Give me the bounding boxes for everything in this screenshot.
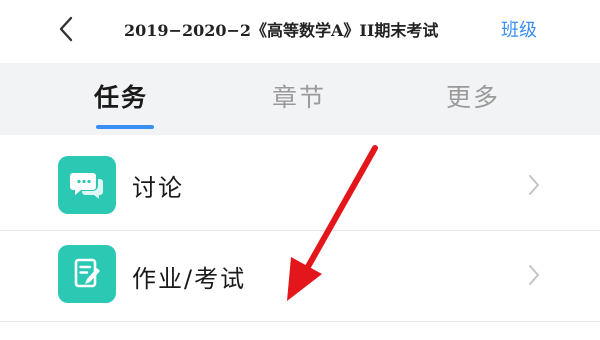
row-divider [0, 321, 600, 322]
class-button[interactable]: 班级 [501, 16, 537, 46]
back-button[interactable] [54, 14, 78, 44]
chevron-right-icon [529, 265, 539, 285]
page-title: 2019−2020−2《高等数学A》II期末考试 [124, 21, 439, 40]
top-bar: 2019−2020−2《高等数学A》II期末考试 班级 [0, 0, 600, 63]
list-item-homework-exam[interactable]: 作业/考试 [0, 231, 600, 323]
list-item-label: 作业/考试 [132, 265, 247, 293]
list-item-discussion[interactable]: 讨论 [0, 139, 600, 231]
active-tab-indicator [96, 125, 154, 129]
chevron-right-icon [529, 175, 539, 195]
edit-document-icon [58, 245, 116, 303]
list-item-label: 讨论 [132, 174, 184, 202]
tab-more[interactable]: 更多 [446, 63, 500, 133]
tab-bar: 任务 章节 更多 [0, 63, 600, 133]
chat-bubbles-icon [58, 156, 116, 214]
feature-list: 讨论 作业/考试 [0, 135, 600, 340]
chevron-left-icon [59, 16, 73, 42]
tab-tasks[interactable]: 任务 [94, 63, 148, 133]
tab-chapters[interactable]: 章节 [272, 63, 326, 133]
